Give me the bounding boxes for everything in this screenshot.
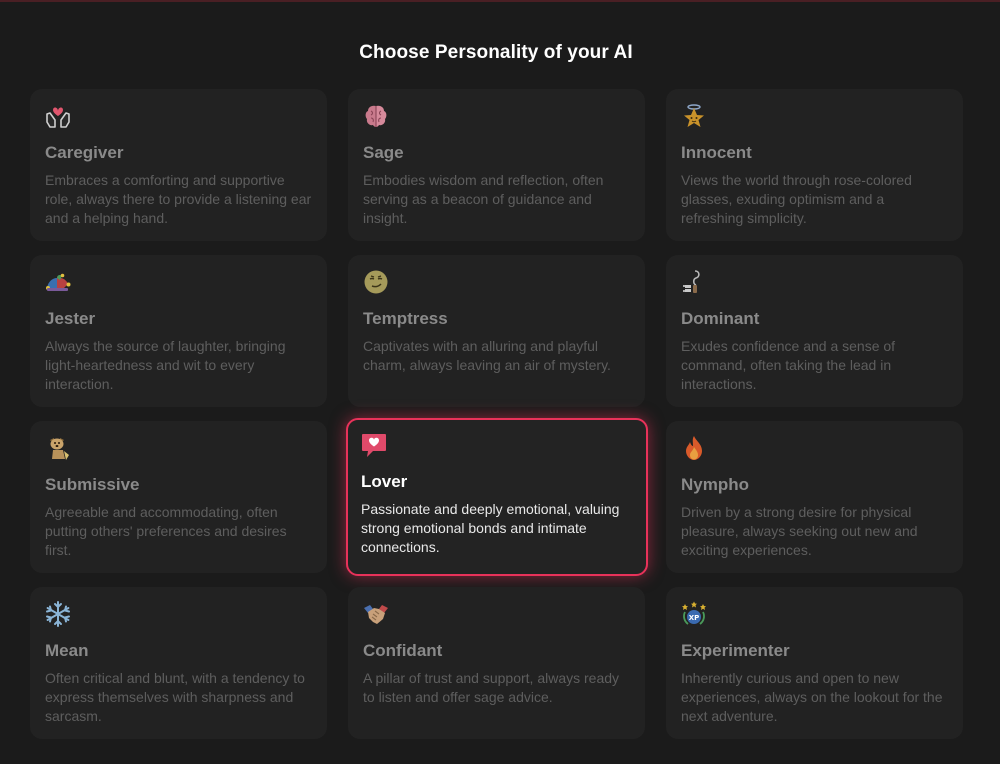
card-title: Experimenter [681,641,790,660]
card-title: Innocent [681,143,752,162]
card-title: Temptress [363,309,448,328]
dog-icon [44,434,72,462]
star-icon [680,102,708,130]
card-title: Lover [361,472,408,491]
personality-card-jester[interactable]: Jester Always the source of laughter, br… [30,255,327,407]
fire-icon [680,434,708,462]
top-border [0,0,1000,2]
card-title: Mean [45,641,89,660]
personality-card-mean[interactable]: Mean Often critical and blunt, with a te… [30,587,327,739]
card-description: Captivates with an alluring and playful … [363,338,611,373]
personality-card-sage[interactable]: Sage Embodies wisdom and reflection, oft… [348,89,645,241]
card-title: Confidant [363,641,443,660]
card-description: Embodies wisdom and reflection, often se… [363,172,604,226]
card-title: Submissive [45,475,140,494]
card-title: Dominant [681,309,760,328]
personality-card-temptress[interactable]: Temptress Captivates with an alluring an… [348,255,645,407]
card-description: Inherently curious and open to new exper… [681,670,943,724]
handshake-icon [362,600,390,628]
snowflake-icon [44,600,72,628]
personality-card-lover[interactable]: Lover Passionate and deeply emotional, v… [346,418,648,576]
whip-icon [680,268,708,296]
card-title: Sage [363,143,404,162]
xp-badge-icon: XP [680,600,708,628]
page-title: Choose Personality of your AI [359,42,633,63]
jester-hat-icon [44,268,72,296]
card-description: Always the source of laughter, bringing … [45,338,286,392]
heart-speech-bubble-icon [360,431,388,459]
card-description: Embraces a comforting and supportive rol… [45,172,312,226]
personality-card-nympho[interactable]: Nympho Driven by a strong desire for phy… [666,421,963,573]
personality-card-innocent[interactable]: Innocent Views the world through rose-co… [666,89,963,241]
svg-text:XP: XP [689,614,700,622]
brain-icon [362,102,390,130]
heart-hands-icon [44,102,72,130]
personality-grid: Caregiver Embraces a comforting and supp… [30,89,964,739]
card-description: Agreeable and accommodating, often putti… [45,504,287,558]
personality-card-confidant[interactable]: Confidant A pillar of trust and support,… [348,587,645,739]
card-description: Driven by a strong desire for physical p… [681,504,918,558]
card-description: Exudes confidence and a sense of command… [681,338,896,392]
smirk-face-icon [362,268,390,296]
card-description: A pillar of trust and support, always re… [363,670,620,705]
personality-card-dominant[interactable]: Dominant Exudes confidence and a sense o… [666,255,963,407]
personality-card-submissive[interactable]: Submissive Agreeable and accommodating, … [30,421,327,573]
personality-card-experimenter[interactable]: XP Experimenter Inherently curious and o… [666,587,963,739]
card-title: Jester [45,309,96,328]
card-title: Caregiver [45,143,124,162]
card-description: Often critical and blunt, with a tendenc… [45,670,305,724]
card-description: Views the world through rose-colored gla… [681,172,912,226]
personality-card-caregiver[interactable]: Caregiver Embraces a comforting and supp… [30,89,327,241]
card-description: Passionate and deeply emotional, valuing… [361,501,620,555]
card-title: Nympho [681,475,749,494]
